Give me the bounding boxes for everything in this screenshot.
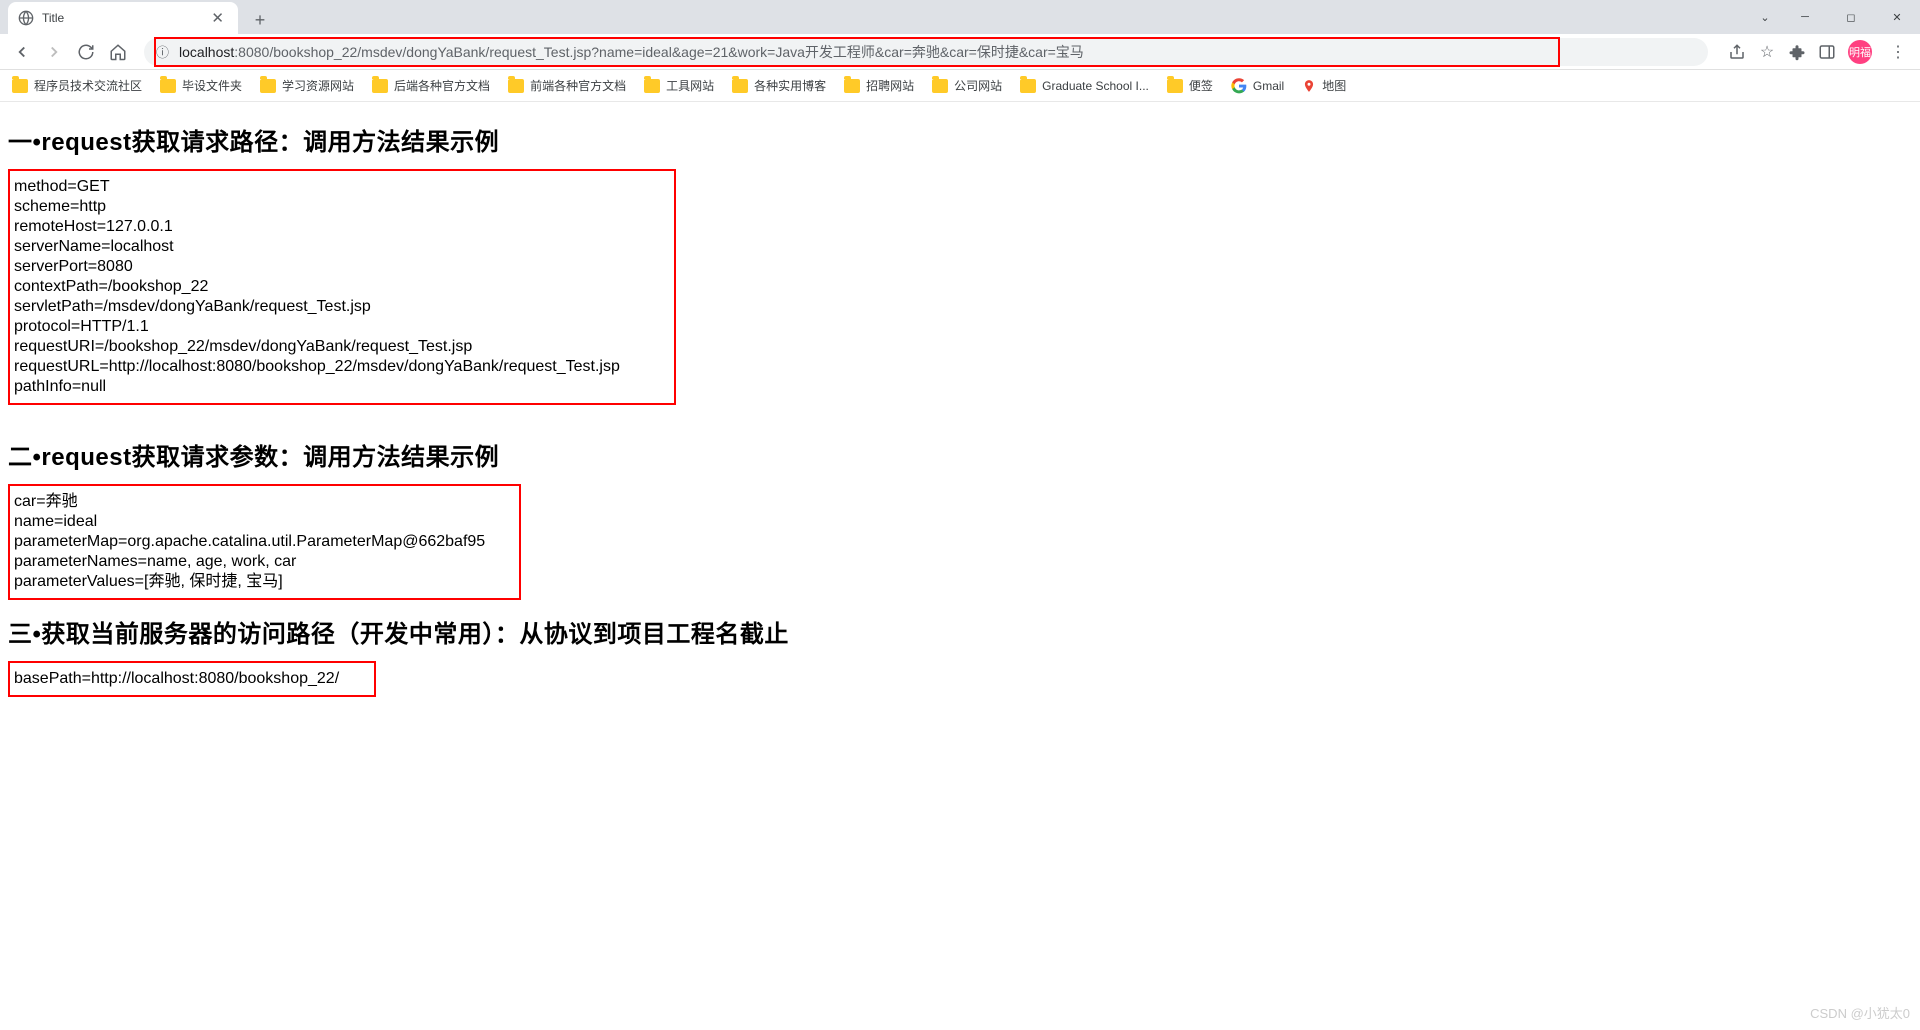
output-line: method=GET bbox=[14, 177, 670, 197]
output-line: scheme=http bbox=[14, 197, 670, 217]
output-line: serverName=localhost bbox=[14, 237, 670, 257]
tab-bar: Title ✕ + ⌄ ─ ◻ ✕ bbox=[0, 0, 1920, 34]
map-pin-icon bbox=[1302, 79, 1316, 93]
bookmark-label: 毕设文件夹 bbox=[182, 77, 242, 94]
globe-icon bbox=[18, 10, 34, 26]
bookmark-label: 公司网站 bbox=[954, 77, 1002, 94]
home-button[interactable] bbox=[104, 38, 132, 66]
bookmark-label: Graduate School I... bbox=[1042, 79, 1149, 93]
output-line: remoteHost=127.0.0.1 bbox=[14, 217, 670, 237]
folder-icon bbox=[160, 79, 176, 93]
side-panel-icon[interactable] bbox=[1818, 43, 1836, 61]
bookmark-label: 招聘网站 bbox=[866, 77, 914, 94]
output-line: protocol=HTTP/1.1 bbox=[14, 317, 670, 337]
toolbar-right: ☆ 明福 ⋮ bbox=[1728, 40, 1912, 64]
kebab-menu-icon[interactable]: ⋮ bbox=[1884, 42, 1912, 62]
bookmark-star-icon[interactable]: ☆ bbox=[1758, 43, 1776, 61]
folder-icon bbox=[12, 79, 28, 93]
browser-toolbar: ⓘ localhost:8080/bookshop_22/msdev/dongY… bbox=[0, 34, 1920, 70]
bookmark-label: Gmail bbox=[1253, 79, 1284, 93]
bookmark-label: 程序员技术交流社区 bbox=[34, 77, 142, 94]
bookmark-item[interactable]: 便签 bbox=[1167, 77, 1213, 94]
folder-icon bbox=[732, 79, 748, 93]
bookmark-item[interactable]: 招聘网站 bbox=[844, 77, 914, 94]
bookmark-label: 前端各种官方文档 bbox=[530, 77, 626, 94]
bookmark-label: 学习资源网站 bbox=[282, 77, 354, 94]
profile-avatar[interactable]: 明福 bbox=[1848, 40, 1872, 64]
output-line: parameterValues=[奔驰, 保时捷, 宝马] bbox=[14, 572, 515, 592]
bookmark-label: 便签 bbox=[1189, 77, 1213, 94]
output-line: requestURL=http://localhost:8080/booksho… bbox=[14, 357, 670, 377]
share-icon[interactable] bbox=[1728, 43, 1746, 61]
section-3-box: basePath=http://localhost:8080/bookshop_… bbox=[8, 661, 376, 697]
bookmark-item[interactable]: 前端各种官方文档 bbox=[508, 77, 626, 94]
folder-icon bbox=[260, 79, 276, 93]
output-line: contextPath=/bookshop_22 bbox=[14, 277, 670, 297]
page-content: 一•request获取请求路径：调用方法结果示例 method=GET sche… bbox=[0, 102, 1920, 717]
folder-icon bbox=[508, 79, 524, 93]
bookmark-label: 后端各种官方文档 bbox=[394, 77, 490, 94]
output-line: parameterMap=org.apache.catalina.util.Pa… bbox=[14, 532, 515, 552]
tab-title: Title bbox=[42, 11, 199, 25]
output-line: serverPort=8080 bbox=[14, 257, 670, 277]
section-3-title: 三•获取当前服务器的访问路径（开发中常用）：从协议到项目工程名截止 bbox=[8, 614, 1912, 649]
google-icon bbox=[1231, 78, 1247, 94]
bookmark-item[interactable]: Gmail bbox=[1231, 78, 1284, 94]
bookmark-label: 地图 bbox=[1322, 77, 1346, 94]
maximize-button[interactable]: ◻ bbox=[1828, 0, 1874, 34]
section-2-title: 二•request获取请求参数：调用方法结果示例 bbox=[8, 437, 1912, 472]
output-line: basePath=http://localhost:8080/bookshop_… bbox=[14, 669, 370, 689]
bookmark-item[interactable]: 学习资源网站 bbox=[260, 77, 354, 94]
close-window-button[interactable]: ✕ bbox=[1874, 0, 1920, 34]
section-1-box: method=GET scheme=http remoteHost=127.0.… bbox=[8, 169, 676, 405]
bookmark-label: 工具网站 bbox=[666, 77, 714, 94]
bookmark-item[interactable]: 工具网站 bbox=[644, 77, 714, 94]
output-line: servletPath=/msdev/dongYaBank/request_Te… bbox=[14, 297, 670, 317]
bookmark-item[interactable]: 公司网站 bbox=[932, 77, 1002, 94]
tab-close-icon[interactable]: ✕ bbox=[207, 9, 228, 27]
folder-icon bbox=[1020, 79, 1036, 93]
address-bar[interactable]: ⓘ localhost:8080/bookshop_22/msdev/dongY… bbox=[144, 38, 1708, 66]
output-line: parameterNames=name, age, work, car bbox=[14, 552, 515, 572]
bookmark-item[interactable]: 地图 bbox=[1302, 77, 1346, 94]
minimize-button[interactable]: ─ bbox=[1782, 0, 1828, 34]
output-line: car=奔驰 bbox=[14, 492, 515, 512]
forward-button[interactable] bbox=[40, 38, 68, 66]
watermark: CSDN @小犹太0 bbox=[1810, 1003, 1910, 1022]
folder-icon bbox=[372, 79, 388, 93]
section-1-title: 一•request获取请求路径：调用方法结果示例 bbox=[8, 122, 1912, 157]
bookmark-item[interactable]: 后端各种官方文档 bbox=[372, 77, 490, 94]
section-2-box: car=奔驰 name=ideal parameterMap=org.apach… bbox=[8, 484, 521, 600]
bookmark-item[interactable]: 程序员技术交流社区 bbox=[12, 77, 142, 94]
bookmark-item[interactable]: Graduate School I... bbox=[1020, 79, 1149, 93]
bookmark-bar: 程序员技术交流社区 毕设文件夹 学习资源网站 后端各种官方文档 前端各种官方文档… bbox=[0, 70, 1920, 102]
folder-icon bbox=[844, 79, 860, 93]
bookmark-item[interactable]: 各种实用博客 bbox=[732, 77, 826, 94]
reload-button[interactable] bbox=[72, 38, 100, 66]
window-controls: ⌄ ─ ◻ ✕ bbox=[1748, 0, 1920, 34]
folder-icon bbox=[644, 79, 660, 93]
new-tab-button[interactable]: + bbox=[246, 6, 274, 34]
url-text: localhost:8080/bookshop_22/msdev/dongYaB… bbox=[179, 42, 1084, 62]
folder-icon bbox=[1167, 79, 1183, 93]
browser-tab[interactable]: Title ✕ bbox=[8, 2, 238, 34]
back-button[interactable] bbox=[8, 38, 36, 66]
output-line: pathInfo=null bbox=[14, 377, 670, 397]
tab-dropdown-icon[interactable]: ⌄ bbox=[1748, 0, 1782, 34]
site-info-icon[interactable]: ⓘ bbox=[156, 42, 169, 61]
extensions-icon[interactable] bbox=[1788, 43, 1806, 61]
bookmark-label: 各种实用博客 bbox=[754, 77, 826, 94]
folder-icon bbox=[932, 79, 948, 93]
output-line: requestURI=/bookshop_22/msdev/dongYaBank… bbox=[14, 337, 670, 357]
bookmark-item[interactable]: 毕设文件夹 bbox=[160, 77, 242, 94]
output-line: name=ideal bbox=[14, 512, 515, 532]
